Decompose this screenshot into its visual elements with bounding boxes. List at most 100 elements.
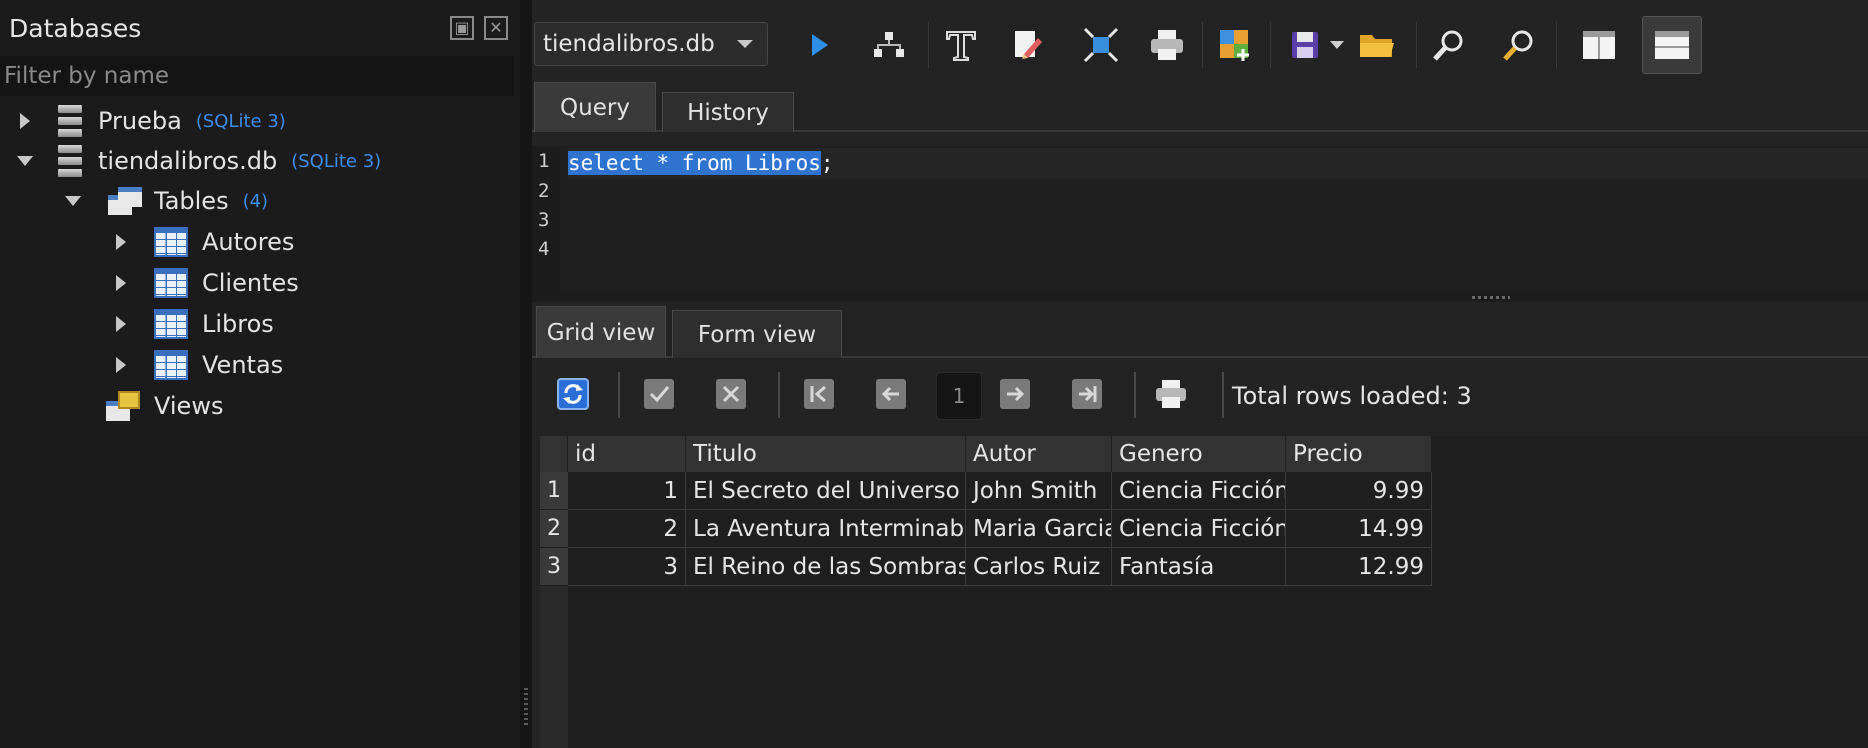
save-dropdown-icon[interactable] <box>1324 24 1350 66</box>
database-icon <box>58 145 82 177</box>
next-page-icon[interactable] <box>996 374 1034 414</box>
table-cell[interactable]: La Aventura Interminable <box>686 510 966 548</box>
column-header-precio[interactable]: Precio <box>1286 436 1432 472</box>
main-toolbar: tiendalibros.db <box>532 8 1868 80</box>
table-cell[interactable]: 2 <box>568 510 686 548</box>
rows-loaded-status: Total rows loaded: 3 <box>1232 382 1472 410</box>
code-line[interactable]: select * from Libros; <box>568 148 1868 178</box>
table-cell[interactable]: 1 <box>568 472 686 510</box>
table-cell[interactable]: Fantasía <box>1112 548 1286 586</box>
expand-arrow-icon[interactable] <box>110 357 132 373</box>
tree-item-label: Prueba <box>98 107 182 135</box>
tree-item-libros[interactable]: Libros <box>110 305 274 343</box>
commit-icon[interactable] <box>640 374 678 414</box>
views-icon <box>106 391 142 421</box>
filter-input[interactable] <box>0 56 514 96</box>
row-number[interactable]: 1 <box>540 472 568 510</box>
expand-arrow-icon[interactable] <box>110 275 132 291</box>
zoom-in-icon[interactable] <box>1428 24 1470 66</box>
print-icon[interactable] <box>1146 24 1188 66</box>
tree-item-views[interactable]: Views <box>106 387 223 425</box>
table-cell[interactable]: El Reino de las Sombras <box>686 548 966 586</box>
previous-page-icon[interactable] <box>872 374 910 414</box>
collapse-arrow-icon[interactable] <box>14 156 36 166</box>
table-cell[interactable]: Maria Garcia <box>966 510 1112 548</box>
tab-grid-view[interactable]: Grid view <box>536 306 666 358</box>
close-icon[interactable]: ✕ <box>484 16 508 40</box>
tree-item-prueba[interactable]: Prueba (SQLite 3) <box>14 102 286 140</box>
sql-terminator: ; <box>820 151 834 175</box>
first-page-icon[interactable] <box>800 374 838 414</box>
format-text-icon[interactable] <box>940 24 982 66</box>
print-icon[interactable] <box>1152 374 1190 414</box>
result-tab-bar: Grid view Form view <box>532 306 1868 358</box>
results-grid[interactable]: id Titulo Autor Genero Precio 1 1 El Sec… <box>540 436 1868 748</box>
table-cell[interactable]: 3 <box>568 548 686 586</box>
layout-vertical-icon[interactable] <box>1578 24 1620 66</box>
expand-arrow-icon[interactable] <box>110 234 132 250</box>
table-cell[interactable]: 14.99 <box>1286 510 1432 548</box>
tree-item-ventas[interactable]: Ventas <box>110 346 283 384</box>
open-folder-icon[interactable] <box>1356 24 1398 66</box>
clear-icon[interactable] <box>1006 24 1048 66</box>
databases-panel-header: Databases ▣ ✕ <box>0 6 520 50</box>
table-icon <box>154 350 188 380</box>
column-header-autor[interactable]: Autor <box>966 436 1112 472</box>
line-number: 2 <box>538 180 550 202</box>
tree-item-label: Clientes <box>202 269 299 297</box>
rollback-icon[interactable] <box>712 374 750 414</box>
tree-item-label: tiendalibros.db <box>98 147 278 175</box>
tree-item-label: Views <box>154 392 224 420</box>
table-icon <box>154 227 188 257</box>
line-number: 4 <box>538 238 550 260</box>
table-cell[interactable]: El Secreto del Universo <box>686 472 966 510</box>
table-cell[interactable]: Carlos Ruiz <box>966 548 1112 586</box>
editor-results-splitter[interactable] <box>532 292 1868 302</box>
float-panel-icon[interactable]: ▣ <box>450 16 474 40</box>
page-number[interactable]: 1 <box>936 372 982 420</box>
execute-icon[interactable] <box>798 24 840 66</box>
zoom-out-icon[interactable] <box>1498 24 1540 66</box>
sql-editor[interactable]: 1 2 3 4 select * from Libros; <box>532 146 1868 292</box>
tree-item-clientes[interactable]: Clientes <box>110 264 299 302</box>
collapse-arrow-icon[interactable] <box>62 196 84 206</box>
table-cell[interactable]: Ciencia Ficción <box>1112 472 1286 510</box>
import-icon[interactable] <box>1214 24 1256 66</box>
fit-icon[interactable] <box>1080 24 1122 66</box>
save-icon[interactable] <box>1284 24 1326 66</box>
tab-history[interactable]: History <box>662 92 794 132</box>
table-cell[interactable]: John Smith <box>966 472 1112 510</box>
tree-item-tables[interactable]: Tables (4) <box>62 182 268 220</box>
expand-arrow-icon[interactable] <box>14 113 36 129</box>
row-number[interactable]: 2 <box>540 510 568 548</box>
tree-item-tiendalibros[interactable]: tiendalibros.db (SQLite 3) <box>14 142 381 180</box>
table-cell[interactable]: 9.99 <box>1286 472 1432 510</box>
grid-corner[interactable] <box>540 436 568 472</box>
database-selector-value: tiendalibros.db <box>543 31 715 57</box>
explain-plan-icon[interactable] <box>868 24 910 66</box>
refresh-icon[interactable] <box>554 374 592 414</box>
tree-item-label: Libros <box>202 310 274 338</box>
expand-arrow-icon[interactable] <box>110 316 132 332</box>
tree-item-label: Autores <box>202 228 295 256</box>
table-cell[interactable]: Ciencia Ficción <box>1112 510 1286 548</box>
column-header-id[interactable]: id <box>568 436 686 472</box>
last-page-icon[interactable] <box>1068 374 1106 414</box>
tree-item-autores[interactable]: Autores <box>110 223 294 261</box>
tree-item-label: Ventas <box>202 351 284 379</box>
database-selector[interactable]: tiendalibros.db <box>534 22 768 66</box>
layout-horizontal-icon[interactable] <box>1642 16 1702 74</box>
column-header-titulo[interactable]: Titulo <box>686 436 966 472</box>
panel-title: Databases <box>9 14 142 43</box>
table-icon <box>154 268 188 298</box>
table-cell[interactable]: 12.99 <box>1286 548 1432 586</box>
db-type-label: (SQLite 3) <box>195 110 286 132</box>
tables-icon <box>108 187 142 215</box>
row-number[interactable]: 3 <box>540 548 568 586</box>
panel-splitter[interactable] <box>520 0 532 748</box>
tab-query[interactable]: Query <box>534 82 656 132</box>
table-count-label: (4) <box>242 190 269 212</box>
column-header-genero[interactable]: Genero <box>1112 436 1286 472</box>
database-icon <box>58 105 82 137</box>
tab-form-view[interactable]: Form view <box>672 310 842 358</box>
